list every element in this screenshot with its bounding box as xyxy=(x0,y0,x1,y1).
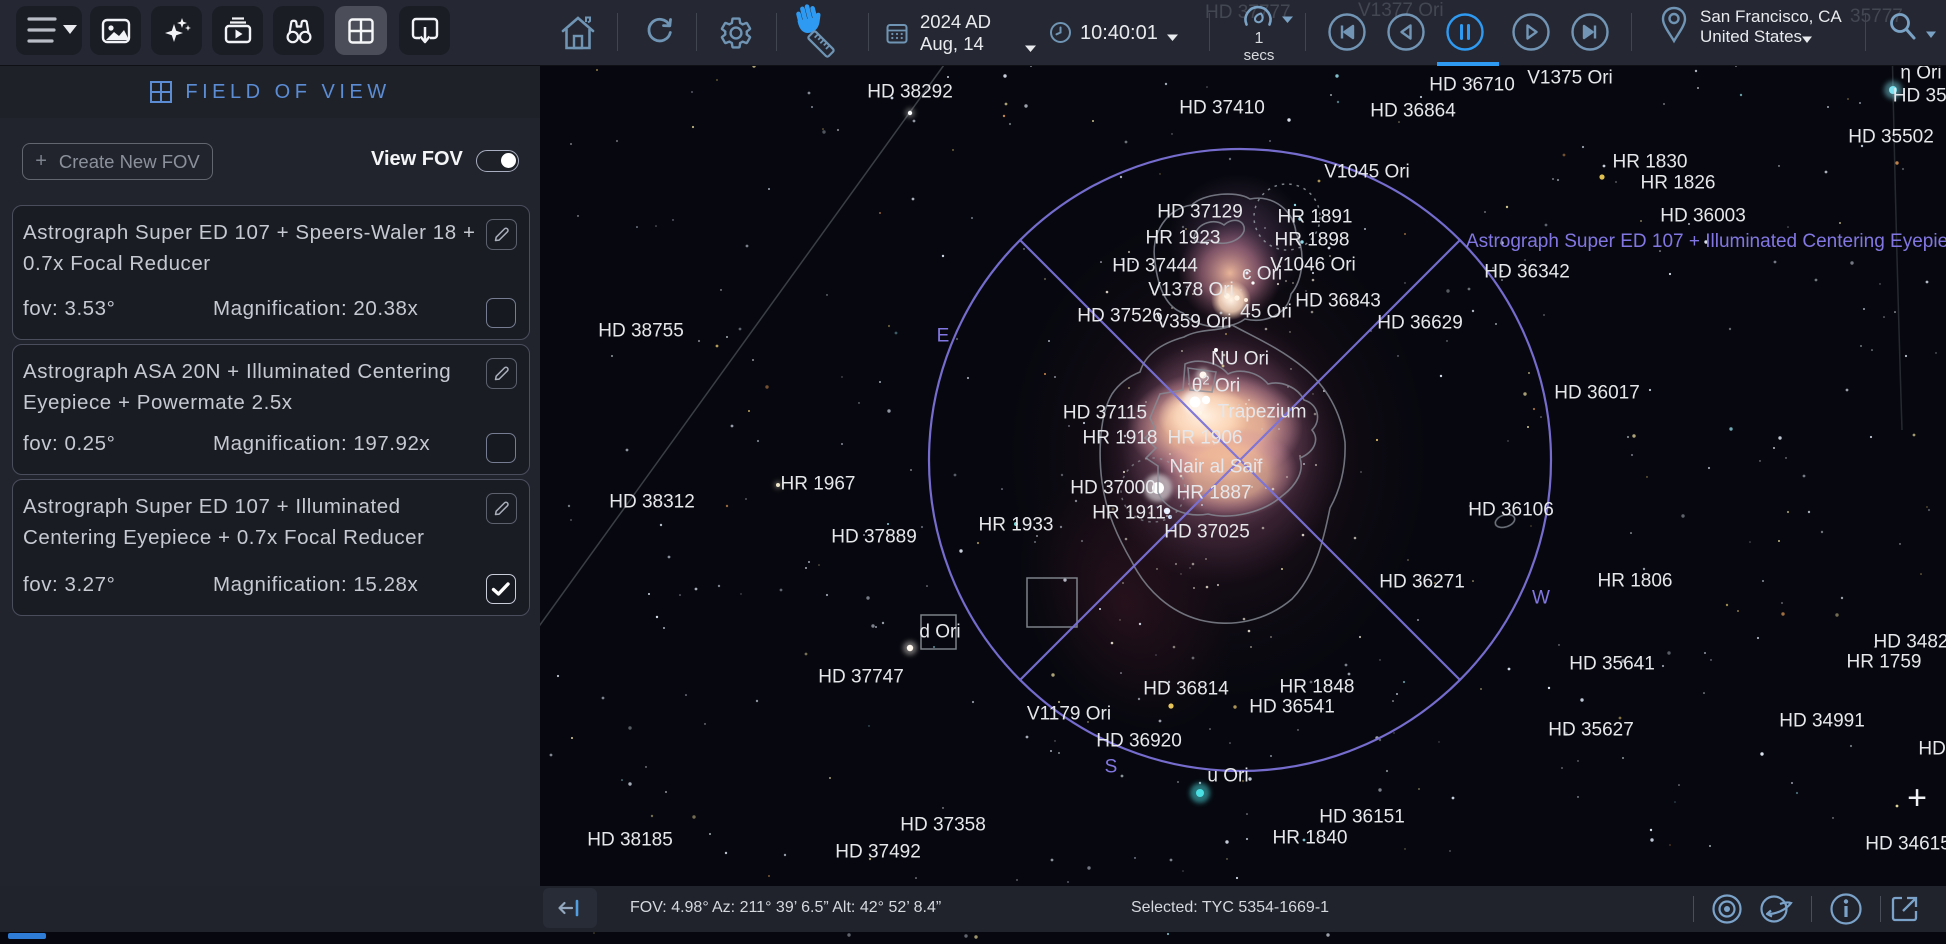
svg-text:HD 37526: HD 37526 xyxy=(1077,306,1163,327)
svg-text:HD 36106: HD 36106 xyxy=(1468,500,1554,521)
svg-text:d Ori: d Ori xyxy=(919,622,960,643)
svg-text:HD 36541: HD 36541 xyxy=(1249,697,1335,718)
svg-text:HD 34615: HD 34615 xyxy=(1865,834,1946,855)
svg-text:θ2 Ori: θ2 Ori xyxy=(1192,373,1240,397)
svg-text:S: S xyxy=(1105,757,1118,778)
svg-text:HR 1759: HR 1759 xyxy=(1847,652,1922,673)
svg-text:E: E xyxy=(937,326,950,347)
svg-text:u Ori: u Ori xyxy=(1207,766,1248,787)
svg-text:HD 36814: HD 36814 xyxy=(1143,679,1229,700)
svg-text:HD 38755: HD 38755 xyxy=(598,321,684,342)
svg-text:HD 38292: HD 38292 xyxy=(867,82,953,103)
svg-text:NU Ori: NU Ori xyxy=(1211,349,1269,370)
svg-text:V1046 Ori: V1046 Ori xyxy=(1270,255,1356,276)
svg-text:HD 38312: HD 38312 xyxy=(609,492,695,513)
svg-text:HR 1887: HR 1887 xyxy=(1177,483,1252,504)
svg-text:HD 37025: HD 37025 xyxy=(1164,522,1250,543)
svg-text:HR 1848: HR 1848 xyxy=(1280,677,1355,698)
svg-text:HD 35641: HD 35641 xyxy=(1569,654,1655,675)
svg-text:HR 1891: HR 1891 xyxy=(1278,207,1353,228)
svg-text:HR 1840: HR 1840 xyxy=(1273,828,1348,849)
svg-text:V1045 Ori: V1045 Ori xyxy=(1324,162,1410,183)
svg-text:HR 1911: HR 1911 xyxy=(1092,503,1166,524)
svg-text:HR 1898: HR 1898 xyxy=(1275,230,1350,251)
svg-text:+: + xyxy=(1907,779,1927,817)
svg-text:HD 35627: HD 35627 xyxy=(1548,720,1634,741)
svg-text:V359 Ori: V359 Ori xyxy=(1157,312,1232,333)
svg-text:HD 36864: HD 36864 xyxy=(1370,101,1456,122)
svg-text:HD 36003: HD 36003 xyxy=(1660,206,1746,227)
svg-text:HD 35502: HD 35502 xyxy=(1848,127,1934,148)
svg-text:45 Ori: 45 Ori xyxy=(1240,302,1292,323)
svg-text:HR 1967: HR 1967 xyxy=(781,474,856,495)
svg-text:HR 1830: HR 1830 xyxy=(1613,152,1688,173)
svg-text:Astrograph Super ED 107 + Illu: Astrograph Super ED 107 + Illuminated Ce… xyxy=(1466,231,1946,252)
svg-text:HD 36017: HD 36017 xyxy=(1554,383,1640,404)
svg-text:HD 36843: HD 36843 xyxy=(1295,291,1381,312)
svg-text:HD 36920: HD 36920 xyxy=(1096,731,1182,752)
svg-text:V1375 Ori: V1375 Ori xyxy=(1527,68,1613,89)
svg-text:V1378 Ori: V1378 Ori xyxy=(1148,280,1234,301)
svg-text:c Ori: c Ori xyxy=(1242,264,1282,285)
svg-text:HD 34991: HD 34991 xyxy=(1779,711,1865,732)
svg-text:HD 354: HD 354 xyxy=(1893,86,1946,107)
svg-text:HR 1826: HR 1826 xyxy=(1641,173,1716,194)
svg-text:V1179 Ori: V1179 Ori xyxy=(1027,704,1111,725)
svg-text:HD 3: HD 3 xyxy=(1918,739,1946,760)
svg-text:HD 37115: HD 37115 xyxy=(1063,403,1147,424)
svg-text:HD 37358: HD 37358 xyxy=(900,815,986,836)
svg-text:Trapezium: Trapezium xyxy=(1217,402,1306,423)
svg-text:W: W xyxy=(1532,588,1550,609)
svg-text:HD 38185: HD 38185 xyxy=(587,830,673,851)
svg-text:HD 37747: HD 37747 xyxy=(818,667,904,688)
svg-text:HD 36342: HD 36342 xyxy=(1484,262,1570,283)
svg-text:HD 37492: HD 37492 xyxy=(835,842,921,863)
svg-text:HD 36151: HD 36151 xyxy=(1319,807,1405,828)
svg-text:HD 36710: HD 36710 xyxy=(1429,75,1515,96)
svg-text:HD 37444: HD 37444 xyxy=(1112,256,1198,277)
svg-text:HD 37000: HD 37000 xyxy=(1070,478,1156,499)
svg-text:HD 37410: HD 37410 xyxy=(1179,98,1265,119)
svg-text:HD 36629: HD 36629 xyxy=(1377,313,1463,334)
svg-text:HR 1906: HR 1906 xyxy=(1168,428,1243,449)
svg-text:HD 3482: HD 3482 xyxy=(1874,632,1946,653)
svg-text:HD 37129: HD 37129 xyxy=(1157,202,1243,223)
svg-text:HR 1923: HR 1923 xyxy=(1146,228,1221,249)
svg-text:HR 1806: HR 1806 xyxy=(1598,571,1673,592)
svg-text:Nair al Saif: Nair al Saif xyxy=(1170,457,1264,478)
svg-text:HR 1918: HR 1918 xyxy=(1083,428,1158,449)
svg-text:HD 37889: HD 37889 xyxy=(831,527,917,548)
svg-text:HD 36271: HD 36271 xyxy=(1379,572,1465,593)
svg-text:HR 1933: HR 1933 xyxy=(979,515,1054,536)
